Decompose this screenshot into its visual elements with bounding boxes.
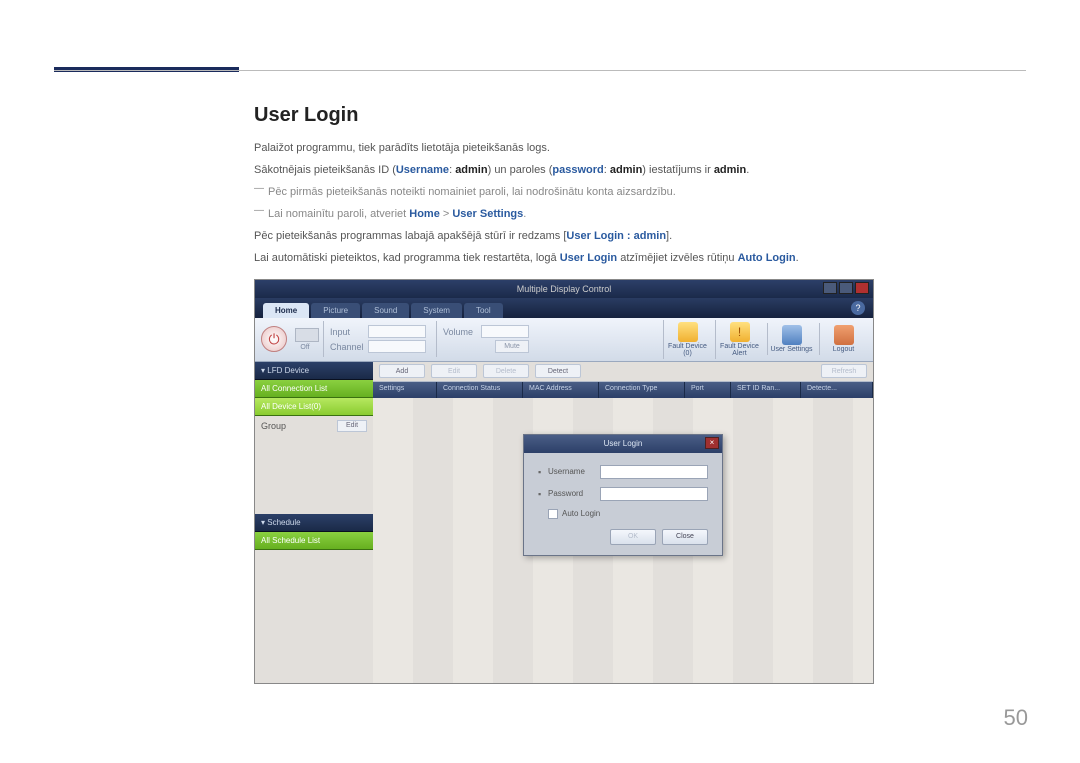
- home-highlight: Home: [409, 208, 440, 220]
- power-icon: ⏻: [268, 331, 279, 348]
- tab-home[interactable]: Home: [263, 303, 309, 318]
- power-off-label: Off: [300, 344, 309, 351]
- close-window-button[interactable]: [855, 282, 869, 294]
- intro-paragraph: Palaižot programmu, tiek parādīts lietot…: [254, 141, 874, 157]
- tab-system[interactable]: System: [411, 303, 462, 318]
- bullet-icon: ▪: [538, 489, 544, 499]
- channel-label: Channel: [330, 342, 364, 352]
- password-field[interactable]: [600, 487, 708, 501]
- sidebar-all-device[interactable]: All Device List(0): [255, 398, 373, 416]
- logout-button[interactable]: Logout: [819, 323, 867, 355]
- password-label: Password: [548, 489, 596, 498]
- input-select[interactable]: [368, 325, 426, 338]
- bullet-icon: ▪: [538, 467, 544, 477]
- note-change-password: Pēc pirmās pieteikšanās noteikti nomaini…: [254, 185, 874, 201]
- help-icon[interactable]: ?: [851, 301, 865, 315]
- auto-login-paragraph: Lai automātiski pieteiktos, kad programm…: [254, 251, 874, 267]
- detect-button[interactable]: Detect: [535, 364, 581, 378]
- app-window: Multiple Display Control Home Picture So…: [254, 279, 874, 684]
- auto-login-checkbox[interactable]: [548, 509, 558, 519]
- fault-device-button[interactable]: Fault Device (0): [663, 320, 711, 359]
- workarea: Add Edit Delete Detect Refresh Settings …: [373, 362, 873, 684]
- titlebar: Multiple Display Control: [255, 280, 873, 298]
- default-credentials-paragraph: Sākotnējais pieteikšanās ID (Username: a…: [254, 163, 874, 179]
- username-label: Username: [548, 467, 596, 476]
- sidebar: LFD Device All Connection List All Devic…: [255, 362, 373, 684]
- group-edit-button[interactable]: Edit: [337, 420, 367, 432]
- app-title: Multiple Display Control: [517, 284, 612, 294]
- dialog-close-button[interactable]: ×: [705, 437, 719, 449]
- mute-button[interactable]: Mute: [495, 340, 529, 353]
- dialog-title: User Login ×: [524, 435, 722, 453]
- auto-login-label: Auto Login: [562, 509, 600, 518]
- col-connection-type[interactable]: Connection Type: [599, 382, 685, 398]
- auto-login-highlight: Auto Login: [738, 252, 796, 264]
- power-button[interactable]: ⏻: [261, 326, 287, 352]
- username-field[interactable]: [600, 465, 708, 479]
- volume-value[interactable]: [481, 325, 529, 338]
- page-number: 50: [1004, 705, 1028, 731]
- main-area: LFD Device All Connection List All Devic…: [255, 362, 873, 684]
- close-button[interactable]: Close: [662, 529, 708, 545]
- maximize-button[interactable]: [839, 282, 853, 294]
- sidebar-schedule-header[interactable]: Schedule: [255, 514, 373, 532]
- user-login-admin-highlight: User Login : admin: [566, 230, 666, 242]
- input-channel-group: Input Channel: [323, 321, 432, 357]
- channel-select[interactable]: [368, 340, 426, 353]
- sidebar-all-schedule[interactable]: All Schedule List: [255, 532, 373, 550]
- tabbar: Home Picture Sound System Tool ?: [255, 298, 873, 318]
- col-detected[interactable]: Detecte...: [801, 382, 873, 398]
- dialog-body: ▪ Username ▪ Password Aut: [524, 453, 722, 555]
- col-set-id-range[interactable]: SET ID Ran...: [731, 382, 801, 398]
- col-port[interactable]: Port: [685, 382, 731, 398]
- sidebar-lfd-header[interactable]: LFD Device: [255, 362, 373, 380]
- warning-alert-icon: [730, 322, 750, 342]
- ok-button[interactable]: OK: [610, 529, 656, 545]
- main-content: User Login Palaižot programmu, tiek parā…: [254, 104, 874, 684]
- volume-label: Volume: [443, 327, 477, 337]
- logout-icon: [834, 325, 854, 345]
- col-connection-status[interactable]: Connection Status: [437, 382, 523, 398]
- fault-alert-button[interactable]: Fault Device Alert: [715, 320, 763, 359]
- group-label: Group: [261, 421, 286, 431]
- col-settings[interactable]: Settings: [373, 382, 437, 398]
- page-title: User Login: [254, 104, 874, 127]
- add-button[interactable]: Add: [379, 364, 425, 378]
- tab-picture[interactable]: Picture: [311, 303, 360, 318]
- col-mac-address[interactable]: MAC Address: [523, 382, 599, 398]
- sidebar-body: Group Edit: [255, 416, 373, 514]
- edit-button[interactable]: Edit: [431, 364, 477, 378]
- password-highlight: password: [552, 164, 603, 176]
- user-settings-highlight: User Settings: [452, 208, 523, 220]
- minimize-button[interactable]: [823, 282, 837, 294]
- refresh-button[interactable]: Refresh: [821, 364, 867, 378]
- window-controls: [823, 282, 869, 294]
- workarea-toolbar: Add Edit Delete Detect Refresh: [373, 362, 873, 382]
- power-chip[interactable]: [295, 328, 319, 342]
- sidebar-schedule-body: [255, 550, 373, 684]
- auto-login-row[interactable]: Auto Login: [548, 509, 708, 519]
- tab-tool[interactable]: Tool: [464, 303, 503, 318]
- delete-button[interactable]: Delete: [483, 364, 529, 378]
- tab-sound[interactable]: Sound: [362, 303, 409, 318]
- toolbar: ⏻ Off Input Channel Volume: [255, 318, 873, 362]
- table-headers: Settings Connection Status MAC Address C…: [373, 382, 873, 398]
- sidebar-all-connection[interactable]: All Connection List: [255, 380, 373, 398]
- user-login-highlight: User Login: [560, 252, 617, 264]
- input-label: Input: [330, 327, 364, 337]
- table-grid: User Login × ▪ Username ▪ Password: [373, 398, 873, 684]
- volume-group: Volume Mute: [436, 321, 535, 357]
- login-dialog: User Login × ▪ Username ▪ Password: [523, 434, 723, 556]
- user-settings-button[interactable]: User Settings: [767, 323, 815, 355]
- warning-icon: [678, 322, 698, 342]
- user-icon: [782, 325, 802, 345]
- username-highlight: Username: [396, 164, 449, 176]
- header-divider: [54, 70, 1026, 71]
- note-user-settings-path: Lai nomainītu paroli, atveriet Home > Us…: [254, 207, 874, 223]
- login-indicator-paragraph: Pēc pieteikšanās programmas labajā apakš…: [254, 229, 874, 245]
